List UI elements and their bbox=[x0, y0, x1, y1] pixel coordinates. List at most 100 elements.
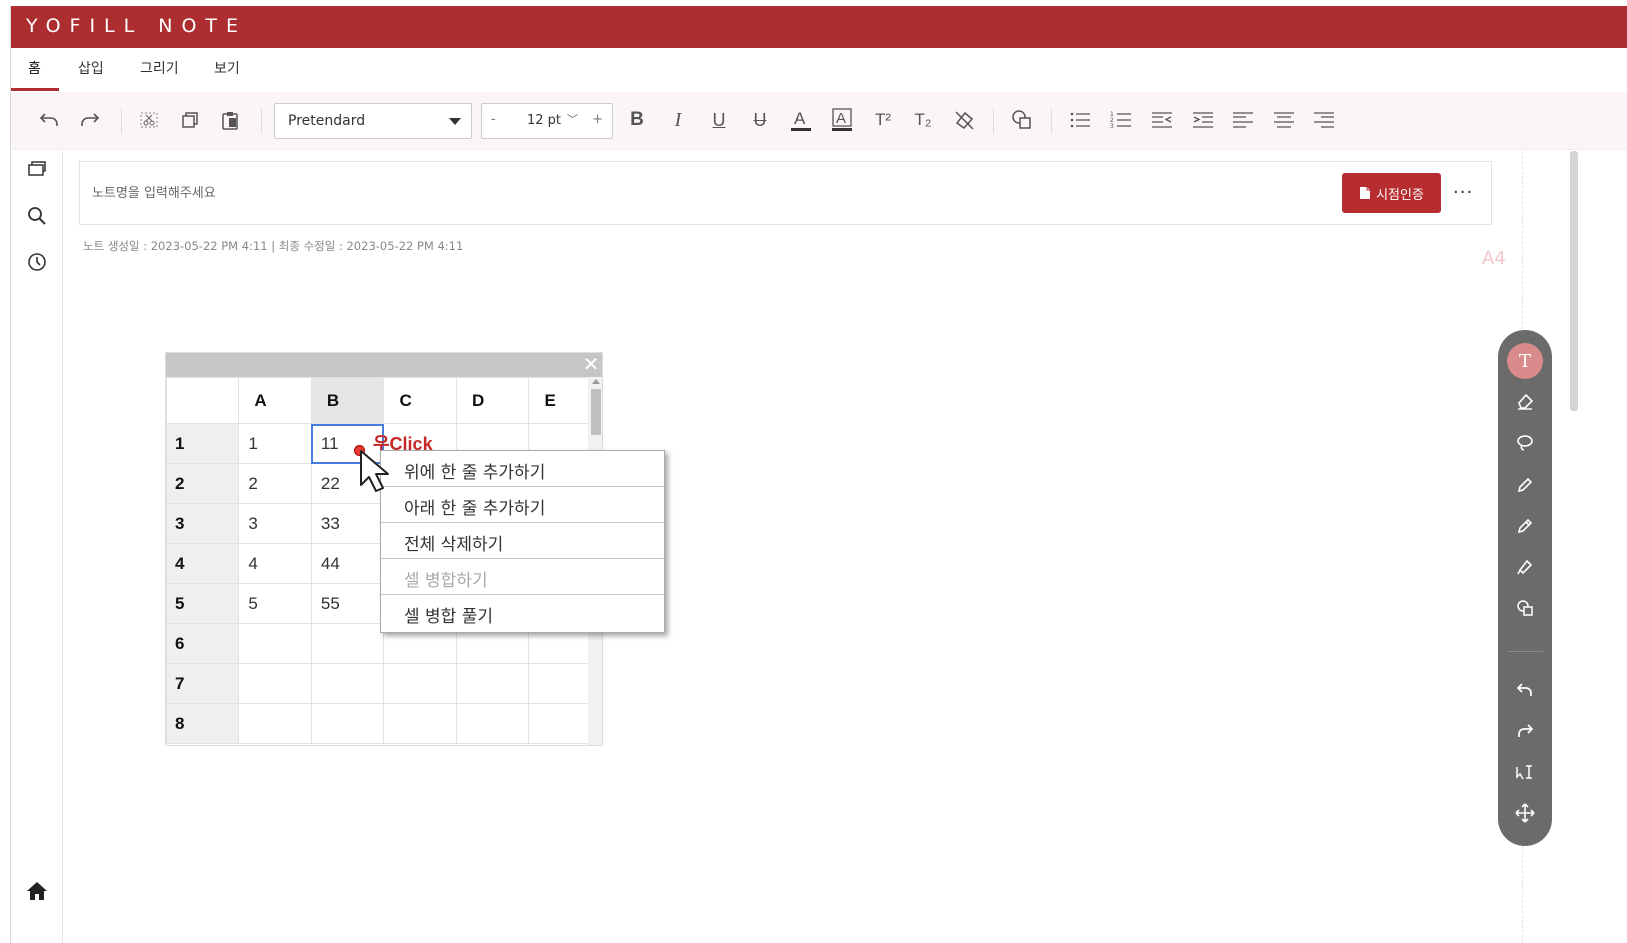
table-cell[interactable]: 1 bbox=[238, 423, 312, 464]
tab-view[interactable]: 보기 bbox=[214, 58, 240, 78]
underline-icon[interactable]: U bbox=[705, 106, 733, 134]
chevron-down-icon[interactable]: ﹀ bbox=[567, 111, 578, 127]
subscript-icon[interactable]: T₂ bbox=[909, 106, 937, 134]
superscript-icon[interactable]: T² bbox=[869, 106, 897, 134]
numbered-list-icon[interactable]: 123 bbox=[1107, 106, 1135, 134]
pen-icon[interactable] bbox=[1512, 472, 1538, 498]
table-cell[interactable] bbox=[238, 663, 312, 704]
align-right-icon[interactable] bbox=[1310, 106, 1338, 134]
page-scrollbar[interactable] bbox=[1570, 151, 1578, 411]
table-cell[interactable] bbox=[310, 663, 385, 704]
chevron-down-icon bbox=[449, 118, 461, 125]
column-header[interactable]: A bbox=[238, 377, 312, 424]
text-select-icon[interactable] bbox=[1512, 759, 1538, 785]
table-cell[interactable] bbox=[310, 623, 385, 664]
cut-icon[interactable] bbox=[135, 106, 163, 134]
pencil-icon[interactable] bbox=[1512, 513, 1538, 539]
shape-icon[interactable] bbox=[1512, 595, 1538, 621]
clear-format-icon[interactable] bbox=[950, 106, 978, 134]
bold-icon[interactable]: B bbox=[623, 106, 651, 134]
corner-cell[interactable] bbox=[166, 377, 240, 424]
copy-icon[interactable] bbox=[176, 106, 204, 134]
column-header[interactable]: C bbox=[383, 377, 457, 424]
table-widget-header[interactable]: ✕ bbox=[166, 353, 602, 377]
highlight-color-icon[interactable]: A bbox=[828, 106, 856, 134]
redo-icon[interactable] bbox=[1512, 718, 1538, 744]
undo-icon[interactable] bbox=[1512, 677, 1538, 703]
table-cell[interactable]: 3 bbox=[238, 503, 312, 544]
column-header[interactable]: B bbox=[310, 377, 385, 424]
pages-icon[interactable] bbox=[24, 155, 50, 181]
text-tool-glyph: T bbox=[1518, 350, 1531, 372]
table-cell[interactable] bbox=[383, 703, 457, 744]
row-header[interactable]: 6 bbox=[166, 623, 240, 664]
tab-draw[interactable]: 그리기 bbox=[140, 58, 179, 78]
home-icon[interactable] bbox=[24, 878, 50, 904]
menu-item-insert-row-below[interactable]: 아래 한 줄 추가하기 bbox=[381, 487, 664, 523]
table-cell[interactable]: 55 bbox=[310, 583, 385, 624]
strikethrough-icon[interactable]: U bbox=[746, 106, 774, 134]
highlighter-icon[interactable] bbox=[1512, 554, 1538, 580]
timestamp-cert-button[interactable]: 시점인증 bbox=[1342, 173, 1441, 213]
table-cell[interactable]: 2 bbox=[238, 463, 312, 504]
table-cell[interactable] bbox=[455, 663, 530, 704]
shapes-icon[interactable] bbox=[1008, 106, 1036, 134]
tab-home[interactable]: 홈 bbox=[28, 58, 41, 78]
outdent-icon[interactable] bbox=[1148, 106, 1176, 134]
menu-item-delete-all[interactable]: 전체 삭제하기 bbox=[381, 523, 664, 559]
menu-item-merge-cells[interactable]: 셀 병합하기 bbox=[381, 559, 664, 595]
toolbar-divider bbox=[1051, 108, 1052, 134]
row-header[interactable]: 7 bbox=[166, 663, 240, 704]
close-icon[interactable]: ✕ bbox=[581, 354, 601, 374]
lasso-icon[interactable] bbox=[1512, 430, 1538, 456]
font-size-value[interactable]: 12 pt bbox=[527, 113, 561, 128]
column-header[interactable]: D bbox=[455, 377, 530, 424]
row-header[interactable]: 5 bbox=[166, 583, 240, 624]
row-header[interactable]: 1 bbox=[166, 423, 240, 464]
table-cell[interactable] bbox=[455, 703, 530, 744]
active-tab-indicator bbox=[11, 88, 59, 91]
eraser-icon[interactable] bbox=[1512, 388, 1538, 414]
history-icon[interactable] bbox=[24, 249, 50, 275]
indent-icon[interactable] bbox=[1189, 106, 1217, 134]
note-title-bar: 시점인증 ··· bbox=[79, 161, 1492, 225]
font-family-select[interactable]: Pretendard bbox=[274, 103, 472, 139]
font-family-value: Pretendard bbox=[288, 113, 366, 129]
toolbar-divider bbox=[121, 108, 122, 134]
row-header[interactable]: 3 bbox=[166, 503, 240, 544]
font-size-increase[interactable]: + bbox=[592, 112, 603, 127]
row-header[interactable]: 2 bbox=[166, 463, 240, 504]
scrollbar-thumb[interactable] bbox=[591, 389, 601, 435]
table-cell[interactable] bbox=[383, 663, 457, 704]
font-size-decrease[interactable]: - bbox=[491, 112, 496, 127]
toolbar: Pretendard - 12 pt ﹀ + B I U U A A T² T₂ bbox=[11, 92, 1627, 150]
menu-item-insert-row-above[interactable]: 위에 한 줄 추가하기 bbox=[381, 451, 664, 487]
search-icon[interactable] bbox=[24, 203, 50, 229]
row-header[interactable]: 4 bbox=[166, 543, 240, 584]
italic-icon[interactable]: I bbox=[664, 106, 692, 134]
redo-icon[interactable] bbox=[76, 106, 104, 134]
svg-text:A: A bbox=[794, 109, 806, 128]
menu-item-unmerge-cells[interactable]: 셀 병합 풀기 bbox=[381, 595, 664, 631]
undo-icon[interactable] bbox=[35, 106, 63, 134]
text-tool-icon[interactable]: T bbox=[1507, 343, 1543, 379]
move-icon[interactable] bbox=[1512, 800, 1538, 826]
paste-icon[interactable] bbox=[216, 106, 244, 134]
row-header[interactable]: 8 bbox=[166, 703, 240, 744]
note-title-input[interactable] bbox=[92, 182, 1292, 204]
tab-insert[interactable]: 삽입 bbox=[78, 58, 104, 78]
svg-text:3: 3 bbox=[1110, 123, 1114, 130]
bullet-list-icon[interactable] bbox=[1066, 106, 1094, 134]
table-cell[interactable]: 5 bbox=[238, 583, 312, 624]
table-cell[interactable]: 44 bbox=[310, 543, 385, 584]
table-cell[interactable] bbox=[238, 623, 312, 664]
more-options-icon[interactable]: ··· bbox=[1453, 182, 1473, 203]
table-cell[interactable] bbox=[238, 703, 312, 744]
align-left-icon[interactable] bbox=[1229, 106, 1257, 134]
table-cell[interactable]: 4 bbox=[238, 543, 312, 584]
scroll-up-icon[interactable] bbox=[592, 379, 600, 384]
align-center-icon[interactable] bbox=[1270, 106, 1298, 134]
table-cell[interactable]: 33 bbox=[310, 503, 385, 544]
table-cell[interactable] bbox=[310, 703, 385, 744]
font-color-icon[interactable]: A bbox=[787, 106, 815, 134]
